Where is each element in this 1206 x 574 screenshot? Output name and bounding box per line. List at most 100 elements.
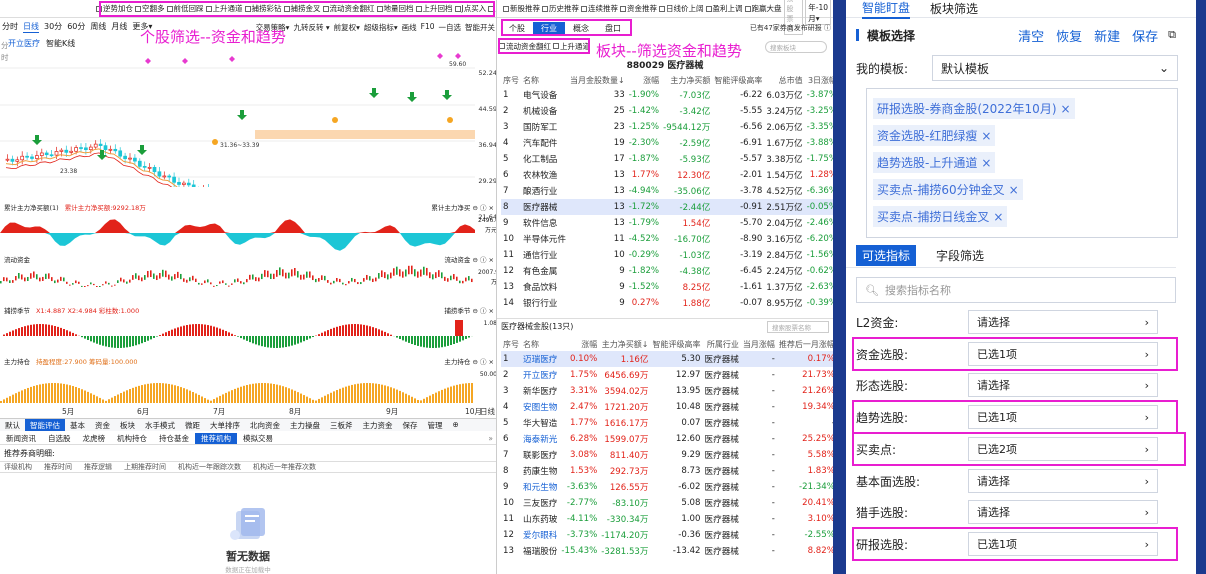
mid-filter-checkbox[interactable]: 跑赢大盘 — [744, 3, 782, 14]
stock-cell[interactable]: 爱尔眼科 — [521, 527, 559, 543]
toolbar-item[interactable]: 超级指标▾ — [364, 22, 398, 33]
bottom-tab[interactable]: 智能评估 — [25, 419, 65, 431]
stock-row[interactable]: 9 和元生物 -3.63% 126.55万 -6.02 医疗器械 - -21.34% — [501, 479, 833, 495]
recommend-column-header[interactable]: 上期推荐时间 — [124, 462, 166, 472]
sub-tab[interactable]: 自选股 — [42, 433, 77, 444]
sector-row[interactable]: 4 汽车配件 19-2.30% -2.59亿 -6.911.67万亿-3.88% — [501, 135, 833, 151]
stock-column-header[interactable]: 主力净买额↓ — [599, 337, 650, 351]
sector-column-header[interactable]: 总市值 — [764, 73, 804, 87]
indicator-chart[interactable] — [0, 367, 475, 405]
sector-column-header[interactable]: 当月金股数量↓ — [568, 73, 627, 87]
sector-column-header[interactable]: 名称 — [521, 73, 568, 87]
bottom-tab[interactable]: 大单排序 — [205, 419, 245, 431]
remove-tag-icon[interactable]: × — [1009, 183, 1019, 197]
stock-name[interactable]: 开立医疗 — [8, 38, 40, 49]
stock-cell[interactable]: 联影医疗 — [521, 447, 559, 463]
indicator-field-select[interactable]: 请选择 › — [968, 310, 1158, 334]
remove-tag-icon[interactable]: × — [993, 210, 1003, 224]
recommend-column-header[interactable]: 机构近一年跟踪次数 — [178, 462, 241, 472]
sector-row[interactable]: 9 软件信息 13-1.79% 1.54亿 -5.702.04万亿-2.46% — [501, 215, 833, 231]
timeframe-tab[interactable]: 周线 — [90, 21, 106, 33]
indicator-field-select[interactable]: 请选择 › — [968, 373, 1158, 397]
remove-tag-icon[interactable]: × — [981, 129, 991, 143]
template-action-button[interactable]: 恢复 — [1056, 26, 1082, 45]
bottom-tab[interactable]: 资金 — [90, 419, 115, 431]
bottom-tab[interactable]: 三板斧 — [325, 419, 358, 431]
toolbar-item[interactable]: 一自选 — [439, 22, 462, 33]
sector-row[interactable]: 2 机械设备 25-1.42% -3.42亿 -5.553.24万亿-3.25% — [501, 103, 833, 119]
timeframe-tab[interactable]: 60分 — [67, 21, 85, 33]
stock-cell[interactable]: 药康生物 — [521, 463, 559, 479]
indicator-search-input[interactable]: 🔍︎ 搜索指标名称 — [856, 277, 1176, 303]
bottom-tab[interactable]: 水手模式 — [140, 419, 180, 431]
stock-row[interactable]: 12 爱尔眼科 -3.73% -1174.20万 -0.36 医疗器械 - -2.55% — [501, 527, 833, 543]
mid-filter-checkbox[interactable]: 盈利上调 — [705, 3, 743, 14]
stock-row[interactable]: 3 新华医疗 3.31% 3594.02万 13.95 医疗器械 - 21.26% — [501, 383, 833, 399]
sector-column-header[interactable]: 主力净买额 — [661, 73, 712, 87]
indicator-chart[interactable] — [0, 316, 475, 354]
recommend-column-header[interactable]: 推荐时间 — [44, 462, 72, 472]
selected-tag[interactable]: 买卖点-捕捞日线金叉 × — [873, 206, 1008, 227]
stock-column-header[interactable]: 涨幅 — [559, 337, 599, 351]
stock-row[interactable]: 11 山东药玻 -4.11% -330.34万 1.00 医疗器械 - 3.10% — [501, 511, 833, 527]
sector-column-header[interactable]: 智能评级高率 — [712, 73, 764, 87]
stock-row[interactable]: 13 福瑞股份 -15.43% -3281.53万 -13.42 医疗器械 - 8.82% — [501, 543, 833, 559]
stock-cell[interactable]: 新华医疗 — [521, 383, 559, 399]
stock-column-header[interactable]: 当月涨幅 — [741, 337, 777, 351]
sector-row[interactable]: 8医疗器械13-1.72%-2.44亿-0.912.51万亿-0.05% — [501, 199, 833, 215]
sector-row[interactable]: 6 农林牧渔 13 1.77% 12.30亿 -2.011.54万亿 1.28% — [501, 167, 833, 183]
sector-row[interactable]: 3 国防军工 23-1.25%-9544.12万 -6.562.06万亿-3.35% — [501, 119, 833, 135]
indicator-controls[interactable]: 主力持仓 ⊖ ⓘ × — [444, 356, 494, 366]
stock-cell[interactable]: 福瑞股份 — [521, 543, 559, 559]
selected-tag[interactable]: 趋势选股-上升通道 × — [873, 152, 996, 173]
toolbar-item[interactable]: 画线 — [402, 22, 417, 33]
stock-row[interactable]: 1 迈瑞医疗 0.10% 1.16亿 5.30 医疗器械 -0.17% — [501, 351, 833, 367]
stock-column-header[interactable]: 所属行业 — [703, 337, 741, 351]
toolbar-item[interactable]: 智能开关 — [465, 22, 495, 33]
bottom-tab[interactable]: 主力资金 — [358, 419, 398, 431]
sub-tab[interactable]: 龙虎榜 — [77, 433, 112, 444]
bottom-tab[interactable]: 保存 — [398, 419, 423, 431]
stock-cell[interactable]: 开立医疗 — [521, 367, 559, 383]
sector-row[interactable]: 5 化工制品 17-1.87% -5.93亿 -5.573.38万亿-1.75% — [501, 151, 833, 167]
bottom-tab[interactable]: 管理 — [423, 419, 448, 431]
timeframe-tab[interactable]: 月线 — [111, 21, 127, 33]
stock-column-header[interactable]: 智能评级高率 — [651, 337, 703, 351]
stock-row[interactable]: 2 开立医疗 1.75% 6456.69万 12.97 医疗器械 - 21.73% — [501, 367, 833, 383]
remove-tag-icon[interactable]: × — [1061, 102, 1071, 116]
stock-cell[interactable]: 三友医疗 — [521, 495, 559, 511]
candlestick-chart[interactable]: 59.60 31.36~33.39 23.38 — [0, 50, 497, 187]
mid-filter-checkbox[interactable]: 新股推荐 — [503, 3, 540, 14]
sector-column-header[interactable]: 3日涨幅 — [805, 73, 833, 87]
bottom-tab[interactable]: 主力操盘 — [285, 419, 325, 431]
timeframe-tab[interactable]: 分时 — [2, 21, 18, 33]
timeframe-tab[interactable]: 日线 — [23, 21, 39, 33]
stock-row[interactable]: 4 安图生物 2.47% 1721.20万 10.48 医疗器械 - 19.34% — [501, 399, 833, 415]
board-search-input[interactable]: 搜索板块 — [765, 41, 827, 53]
toolbar-item[interactable]: 前复权▾ — [334, 22, 360, 33]
stock-cell[interactable]: 华大智造 — [521, 415, 559, 431]
mid-filter-checkbox[interactable]: 历史推荐 — [542, 3, 579, 14]
toolbar-item[interactable]: 九转反转 ▾ — [293, 22, 329, 33]
copy-icon[interactable]: ⧉ — [1168, 28, 1176, 42]
bottom-tab[interactable]: ⊕ — [448, 419, 464, 431]
sub-tab[interactable]: 机构持仓 — [111, 433, 153, 444]
stock-column-header[interactable]: 序号 — [501, 337, 521, 351]
template-action-button[interactable]: 保存 — [1132, 26, 1158, 45]
my-template-select[interactable]: 默认模板 ⌄ — [932, 55, 1178, 81]
bottom-tab[interactable]: 基本 — [65, 419, 90, 431]
sector-column-header[interactable]: 序号 — [501, 73, 521, 87]
indicator-controls[interactable]: 流动资金 ⊖ ⓘ × — [444, 254, 494, 264]
indicator-controls[interactable]: 捕捞季节 ⊖ ⓘ × — [444, 305, 494, 315]
selected-tag[interactable]: 资金选股-红肥绿瘦 × — [873, 125, 996, 146]
selected-tag[interactable]: 研报选股-券商金股(2022年10月) × — [873, 98, 1075, 119]
timeframe-tab[interactable]: 30分 — [44, 21, 62, 33]
indicator-controls[interactable]: 累计主力净买 ⊖ ⓘ × — [431, 202, 494, 212]
sector-column-header[interactable]: 涨幅 — [627, 73, 661, 87]
stock-cell[interactable]: 海泰新光 — [521, 431, 559, 447]
bottom-tab[interactable]: 板块 — [115, 419, 140, 431]
stock-cell[interactable]: 和元生物 — [521, 479, 559, 495]
sector-row[interactable]: 10 半导体元件 11-4.52% -16.70亿 -8.903.16万亿-6.20% — [501, 231, 833, 247]
sector-row[interactable]: 7 酿酒行业 13-4.94% -35.06亿 -3.784.52万亿-6.36% — [501, 183, 833, 199]
indicator-chart[interactable] — [0, 265, 475, 303]
